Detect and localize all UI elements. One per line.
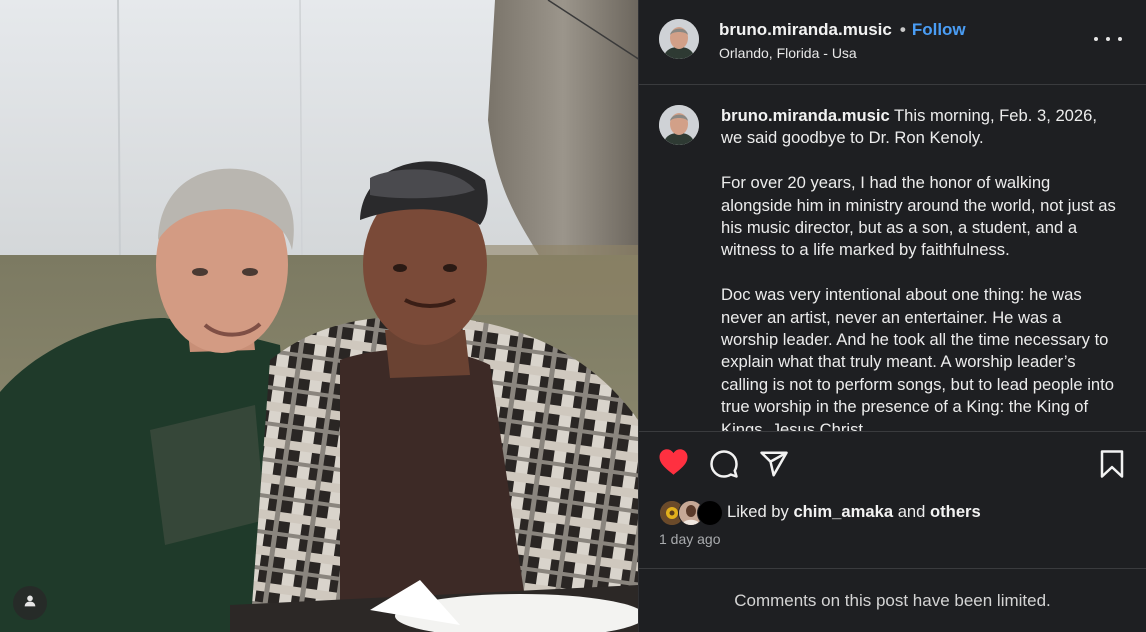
liked-by-connector: and	[897, 502, 926, 521]
post-timestamp[interactable]: 1 day ago	[659, 531, 721, 547]
instagram-post-view: bruno.miranda.music • Follow Orlando, Flor…	[0, 0, 1146, 632]
post-photo[interactable]	[0, 0, 638, 632]
post-location[interactable]: Orlando, Florida - Usa	[719, 45, 857, 61]
share-icon[interactable]	[759, 449, 789, 484]
likes-summary: Liked by chim_amaka and others	[659, 499, 981, 526]
heart-icon[interactable]	[658, 448, 689, 481]
tagged-people-button[interactable]	[13, 586, 47, 620]
bookmark-icon[interactable]	[1099, 449, 1125, 484]
person-tag-icon	[22, 593, 38, 614]
post-header: bruno.miranda.music • Follow Orlando, Flor…	[639, 0, 1146, 85]
photo-two-men-seated	[0, 0, 638, 632]
caption-text: bruno.miranda.music This morning, Feb. 3…	[721, 105, 1121, 431]
post-side-panel: bruno.miranda.music • Follow Orlando, Flor…	[638, 0, 1146, 632]
caption-author-avatar[interactable]	[659, 105, 699, 145]
liked-by-user[interactable]: chim_amaka	[793, 502, 893, 522]
separator-dot: •	[899, 20, 906, 39]
liker-avatars[interactable]	[659, 499, 723, 526]
liker-avatar	[697, 500, 723, 526]
action-bar: Liked by chim_amaka and others 1 day ago	[639, 431, 1146, 568]
author-username[interactable]: bruno.miranda.music	[719, 20, 892, 39]
author-line: bruno.miranda.music • Follow	[719, 20, 966, 40]
liked-by-others[interactable]: others	[930, 502, 981, 522]
caption-paragraph: Doc was very intentional about one thing…	[721, 285, 1114, 431]
author-avatar[interactable]	[659, 19, 699, 59]
caption-paragraph: bruno.miranda.music This morning, Feb. 3…	[721, 105, 1121, 150]
caption-section: bruno.miranda.music This morning, Feb. 3…	[639, 86, 1146, 431]
follow-button[interactable]: Follow	[912, 20, 966, 39]
liked-by-prefix: Liked by	[727, 502, 789, 521]
caption-paragraph: For over 20 years, I had the honor of wa…	[721, 173, 1116, 260]
more-options-icon[interactable]	[1094, 28, 1122, 50]
caption-username[interactable]: bruno.miranda.music	[721, 106, 890, 125]
comment-icon[interactable]	[709, 449, 739, 484]
comments-limited-notice: Comments on this post have been limited.	[639, 568, 1146, 632]
